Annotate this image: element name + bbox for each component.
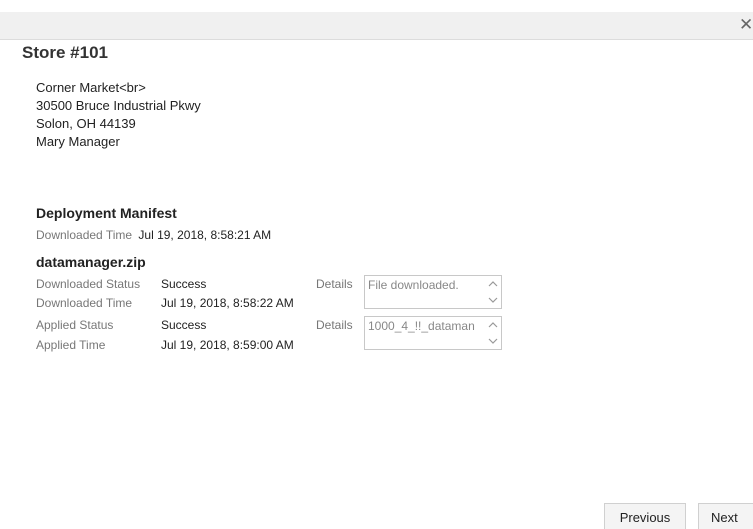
download-details-text: File downloaded. [368,278,459,292]
manifest-downloaded-time-label: Downloaded Time [36,228,133,242]
file-name-heading: datamanager.zip [36,254,146,270]
street-line: 30500 Bruce Industrial Pkwy [36,98,201,113]
city-line: Solon, OH 44139 [36,116,136,131]
downloaded-time-value: Jul 19, 2018, 8:58:22 AM [161,296,294,310]
previous-button[interactable]: Previous [604,503,686,529]
downloaded-status-value: Success [161,277,207,291]
applied-details-textarea[interactable]: 1000_4_!!_dataman [364,316,502,350]
applied-status-value: Success [161,318,207,332]
applied-time-label: Applied Time [36,338,106,352]
applied-details-label: Details [316,318,353,332]
page-title: Store #101 [22,43,108,62]
scroll-up-icon[interactable] [488,279,498,289]
downloaded-status-label: Downloaded Status [36,277,141,291]
store-address: Corner Market<br> 30500 Bruce Industrial… [36,79,201,151]
dialog-header-bar: ✕ [0,12,753,40]
download-details-label: Details [316,277,353,291]
next-button[interactable]: Next [698,503,753,529]
applied-details-text: 1000_4_!!_dataman [368,319,475,333]
store-deployment-dialog: ✕ Store #101 Corner Market<br> 30500 Bru… [0,0,753,529]
close-icon[interactable]: ✕ [739,15,753,35]
scroll-down-icon[interactable] [488,336,498,346]
store-name-line: Corner Market<br> [36,80,146,95]
manager-line: Mary Manager [36,134,120,149]
manifest-downloaded-time-value: Jul 19, 2018, 8:58:21 AM [138,228,272,242]
applied-time-value: Jul 19, 2018, 8:59:00 AM [161,338,294,352]
downloaded-time-label: Downloaded Time [36,296,133,310]
applied-status-label: Applied Status [36,318,114,332]
scroll-down-icon[interactable] [488,295,498,305]
download-details-textarea[interactable]: File downloaded. [364,275,502,309]
manifest-heading: Deployment Manifest [36,205,177,221]
scroll-up-icon[interactable] [488,320,498,330]
manifest-downloaded-time-row: Downloaded Time Jul 19, 2018, 8:58:21 AM [36,228,271,242]
